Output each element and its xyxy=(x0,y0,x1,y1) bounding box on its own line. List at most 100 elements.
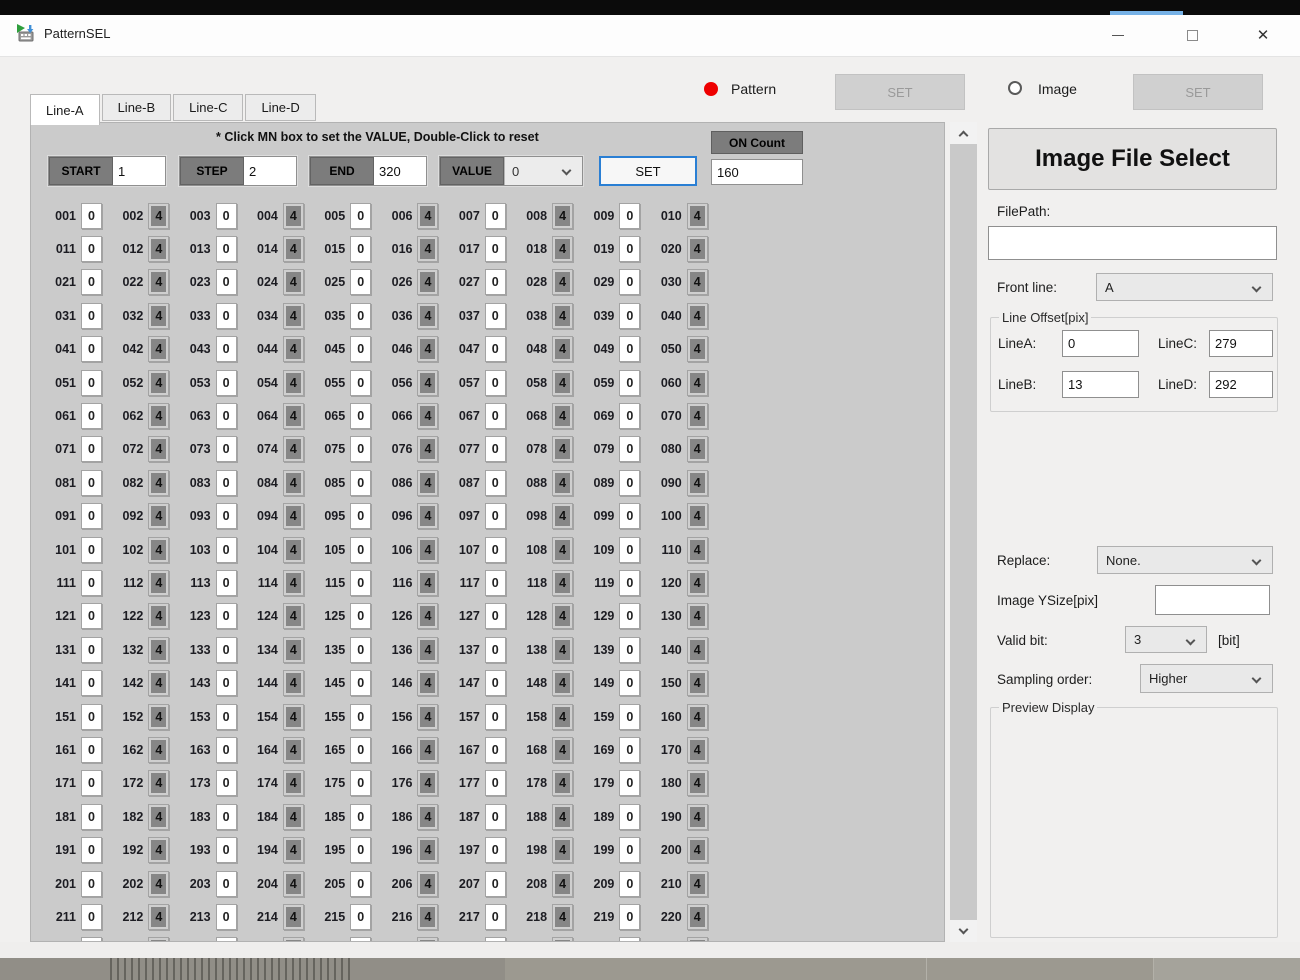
mn-cell-value-box[interactable]: 4 xyxy=(283,570,304,596)
mn-cell-value-box[interactable]: 4 xyxy=(283,603,304,629)
mn-cell-value-box[interactable]: 0 xyxy=(216,670,237,696)
mn-cell-value-box[interactable]: 4 xyxy=(552,804,573,830)
mn-cell-value-box[interactable]: 4 xyxy=(417,269,438,295)
mn-cell-value-box[interactable]: 4 xyxy=(552,336,573,362)
mn-cell-value-box[interactable]: 0 xyxy=(485,837,506,863)
mn-cell-value-box[interactable]: 0 xyxy=(81,904,102,930)
mn-cell-value-box[interactable]: 0 xyxy=(216,236,237,262)
mn-cell-value-box[interactable]: 4 xyxy=(417,804,438,830)
start-input[interactable]: 1 xyxy=(113,157,165,185)
mn-cell-value-box[interactable]: 0 xyxy=(81,403,102,429)
mn-cell-value-box[interactable]: 4 xyxy=(687,637,708,663)
mn-cell-value-box[interactable]: 4 xyxy=(283,737,304,763)
mn-cell-value-box[interactable]: 0 xyxy=(619,804,640,830)
image-ysize-input[interactable] xyxy=(1155,585,1270,615)
mn-cell-value-box[interactable]: 0 xyxy=(216,269,237,295)
mn-cell-value-box[interactable]: 0 xyxy=(485,470,506,496)
mn-cell-value-box[interactable]: 4 xyxy=(283,269,304,295)
mn-cell-value-box[interactable]: 0 xyxy=(81,603,102,629)
mn-cell-value-box[interactable]: 0 xyxy=(485,537,506,563)
mn-cell-value-box[interactable]: 4 xyxy=(148,704,169,730)
mn-cell-value-box[interactable]: 0 xyxy=(81,804,102,830)
mn-cell-value-box[interactable]: 0 xyxy=(619,770,640,796)
mn-cell-value-box[interactable]: 4 xyxy=(687,203,708,229)
mn-cell-value-box[interactable]: 0 xyxy=(81,670,102,696)
tab-line-d[interactable]: Line-D xyxy=(245,94,315,121)
step-input[interactable]: 2 xyxy=(244,157,296,185)
line-b-offset-input[interactable]: 13 xyxy=(1062,371,1139,398)
mn-cell-value-box[interactable]: 4 xyxy=(148,470,169,496)
mn-cell-value-box[interactable]: 4 xyxy=(148,403,169,429)
mn-cell-value-box[interactable]: 4 xyxy=(417,470,438,496)
mn-cell-value-box[interactable]: 4 xyxy=(552,203,573,229)
mn-cell-value-box[interactable]: 4 xyxy=(687,871,708,897)
mn-cell-value-box[interactable]: 0 xyxy=(485,603,506,629)
mn-cell-value-box[interactable]: 0 xyxy=(350,470,371,496)
mn-cell-value-box[interactable]: 4 xyxy=(148,503,169,529)
mn-cell-value-box[interactable]: 4 xyxy=(148,837,169,863)
mn-cell-value-box[interactable]: 4 xyxy=(283,336,304,362)
mn-cell-value-box[interactable]: 0 xyxy=(350,871,371,897)
mn-cell-value-box[interactable]: 0 xyxy=(81,269,102,295)
mn-cell-value-box[interactable]: 4 xyxy=(552,737,573,763)
mn-cell-value-box[interactable]: 0 xyxy=(619,470,640,496)
mn-cell-value-box[interactable]: 4 xyxy=(687,303,708,329)
mn-cell-value-box[interactable]: 0 xyxy=(485,804,506,830)
mn-cell-value-box[interactable]: 0 xyxy=(485,336,506,362)
grid-scrollbar[interactable] xyxy=(950,122,977,942)
mn-cell-value-box[interactable]: 4 xyxy=(552,670,573,696)
mn-cell-value-box[interactable]: 4 xyxy=(283,236,304,262)
image-set-button[interactable]: SET xyxy=(1133,74,1263,110)
mn-cell-value-box[interactable]: 4 xyxy=(283,871,304,897)
mn-cell-value-box[interactable]: 4 xyxy=(148,637,169,663)
tab-line-b[interactable]: Line-B xyxy=(102,94,172,121)
mn-cell-value-box[interactable]: 0 xyxy=(485,637,506,663)
mn-cell-value-box[interactable]: 0 xyxy=(81,203,102,229)
mn-cell-value-box[interactable]: 4 xyxy=(283,837,304,863)
mn-cell-value-box[interactable]: 0 xyxy=(619,436,640,462)
mn-cell-value-box[interactable]: 0 xyxy=(216,470,237,496)
mn-cell-value-box[interactable]: 0 xyxy=(216,837,237,863)
mn-cell-value-box[interactable]: 4 xyxy=(148,203,169,229)
mn-cell-value-box[interactable]: 0 xyxy=(81,303,102,329)
mn-cell-value-box[interactable]: 4 xyxy=(687,670,708,696)
mn-cell-value-box[interactable]: 0 xyxy=(350,269,371,295)
mn-cell-value-box[interactable]: 0 xyxy=(81,770,102,796)
filepath-input[interactable] xyxy=(988,226,1277,260)
mn-cell-value-box[interactable]: 0 xyxy=(485,203,506,229)
mn-cell-value-box[interactable]: 4 xyxy=(283,470,304,496)
mn-cell-value-box[interactable]: 4 xyxy=(552,537,573,563)
mn-cell-value-box[interactable]: 4 xyxy=(417,436,438,462)
mn-cell-value-box[interactable]: 0 xyxy=(350,570,371,596)
mn-cell-value-box[interactable]: 4 xyxy=(148,871,169,897)
mn-cell-value-box[interactable]: 4 xyxy=(417,236,438,262)
mn-cell-value-box[interactable]: 4 xyxy=(552,370,573,396)
mn-cell-value-box[interactable]: 4 xyxy=(687,837,708,863)
minimize-button[interactable] xyxy=(1095,15,1141,55)
mn-cell-value-box[interactable]: 0 xyxy=(81,470,102,496)
mn-cell-value-box[interactable]: 0 xyxy=(485,236,506,262)
mn-cell-value-box[interactable]: 0 xyxy=(619,503,640,529)
mn-cell-value-box[interactable]: 0 xyxy=(81,637,102,663)
mn-cell-value-box[interactable]: 0 xyxy=(81,336,102,362)
mn-cell-value-box[interactable]: 0 xyxy=(619,370,640,396)
mn-cell-value-box[interactable]: 0 xyxy=(216,804,237,830)
mn-cell-value-box[interactable]: 0 xyxy=(350,236,371,262)
mn-cell-value-box[interactable]: 0 xyxy=(350,336,371,362)
mn-cell-value-box[interactable]: 4 xyxy=(417,603,438,629)
pattern-set-button[interactable]: SET xyxy=(835,74,965,110)
mn-cell-value-box[interactable]: 4 xyxy=(417,871,438,897)
mn-cell-value-box[interactable]: 0 xyxy=(485,871,506,897)
front-line-dropdown[interactable]: A xyxy=(1096,273,1273,301)
mn-cell-value-box[interactable]: 0 xyxy=(81,737,102,763)
mn-cell-value-box[interactable]: 4 xyxy=(148,303,169,329)
mn-cell-value-box[interactable]: 0 xyxy=(216,203,237,229)
mn-cell-value-box[interactable]: 4 xyxy=(687,336,708,362)
mn-cell-value-box[interactable]: 4 xyxy=(148,770,169,796)
mn-cell-value-box[interactable]: 0 xyxy=(350,503,371,529)
mn-cell-value-box[interactable]: 4 xyxy=(417,670,438,696)
line-a-offset-input[interactable]: 0 xyxy=(1062,330,1139,357)
mn-cell-value-box[interactable]: 0 xyxy=(350,603,371,629)
mn-cell-value-box[interactable]: 0 xyxy=(485,436,506,462)
mn-cell-value-box[interactable]: 4 xyxy=(552,871,573,897)
